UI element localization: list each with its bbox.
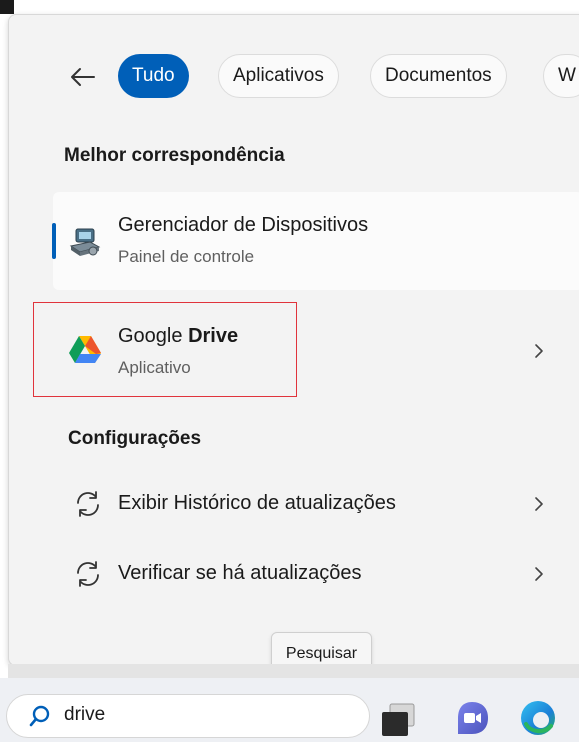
settings-heading: Configurações bbox=[68, 428, 202, 449]
sync-icon bbox=[77, 491, 99, 517]
drive-title-match: Drive bbox=[188, 325, 239, 347]
search-icon bbox=[29, 705, 50, 727]
chevron-right-icon[interactable] bbox=[533, 495, 545, 513]
back-arrow-icon[interactable] bbox=[66, 60, 100, 94]
search-input[interactable]: drive bbox=[64, 704, 105, 726]
taskbar-search-box[interactable] bbox=[6, 694, 370, 738]
tab-aplicativos[interactable]: Aplicativos bbox=[218, 54, 339, 98]
tab-documentos[interactable]: Documentos bbox=[370, 54, 507, 98]
corner-mark bbox=[0, 0, 14, 14]
sync-icon bbox=[77, 561, 99, 587]
chevron-right-icon[interactable] bbox=[533, 342, 545, 360]
best-match-subtitle: Painel de controle bbox=[118, 247, 255, 266]
drive-title-prefix: Google bbox=[118, 325, 189, 347]
edge-icon[interactable] bbox=[518, 698, 558, 738]
drive-title[interactable]: Google Drive bbox=[118, 325, 238, 348]
best-match-card[interactable] bbox=[53, 192, 579, 290]
best-match-title: Gerenciador de Dispositivos bbox=[118, 214, 369, 236]
best-match-heading: Melhor correspondência bbox=[64, 145, 285, 166]
meet-icon[interactable] bbox=[452, 698, 492, 738]
taskbar-edge bbox=[8, 664, 579, 678]
device-manager-icon bbox=[69, 228, 101, 256]
chevron-right-icon[interactable] bbox=[533, 565, 545, 583]
selection-indicator bbox=[52, 223, 56, 259]
drive-subtitle: Aplicativo bbox=[118, 358, 191, 377]
tab-web[interactable]: W bbox=[543, 54, 579, 98]
settings-item-history[interactable]: Exibir Histórico de atualizações bbox=[118, 492, 396, 515]
settings-item-check-updates[interactable]: Verificar se há atualizações bbox=[118, 562, 361, 585]
google-drive-icon[interactable] bbox=[68, 334, 102, 364]
task-view-icon[interactable] bbox=[378, 698, 418, 738]
tab-tudo[interactable]: Tudo bbox=[118, 54, 189, 98]
